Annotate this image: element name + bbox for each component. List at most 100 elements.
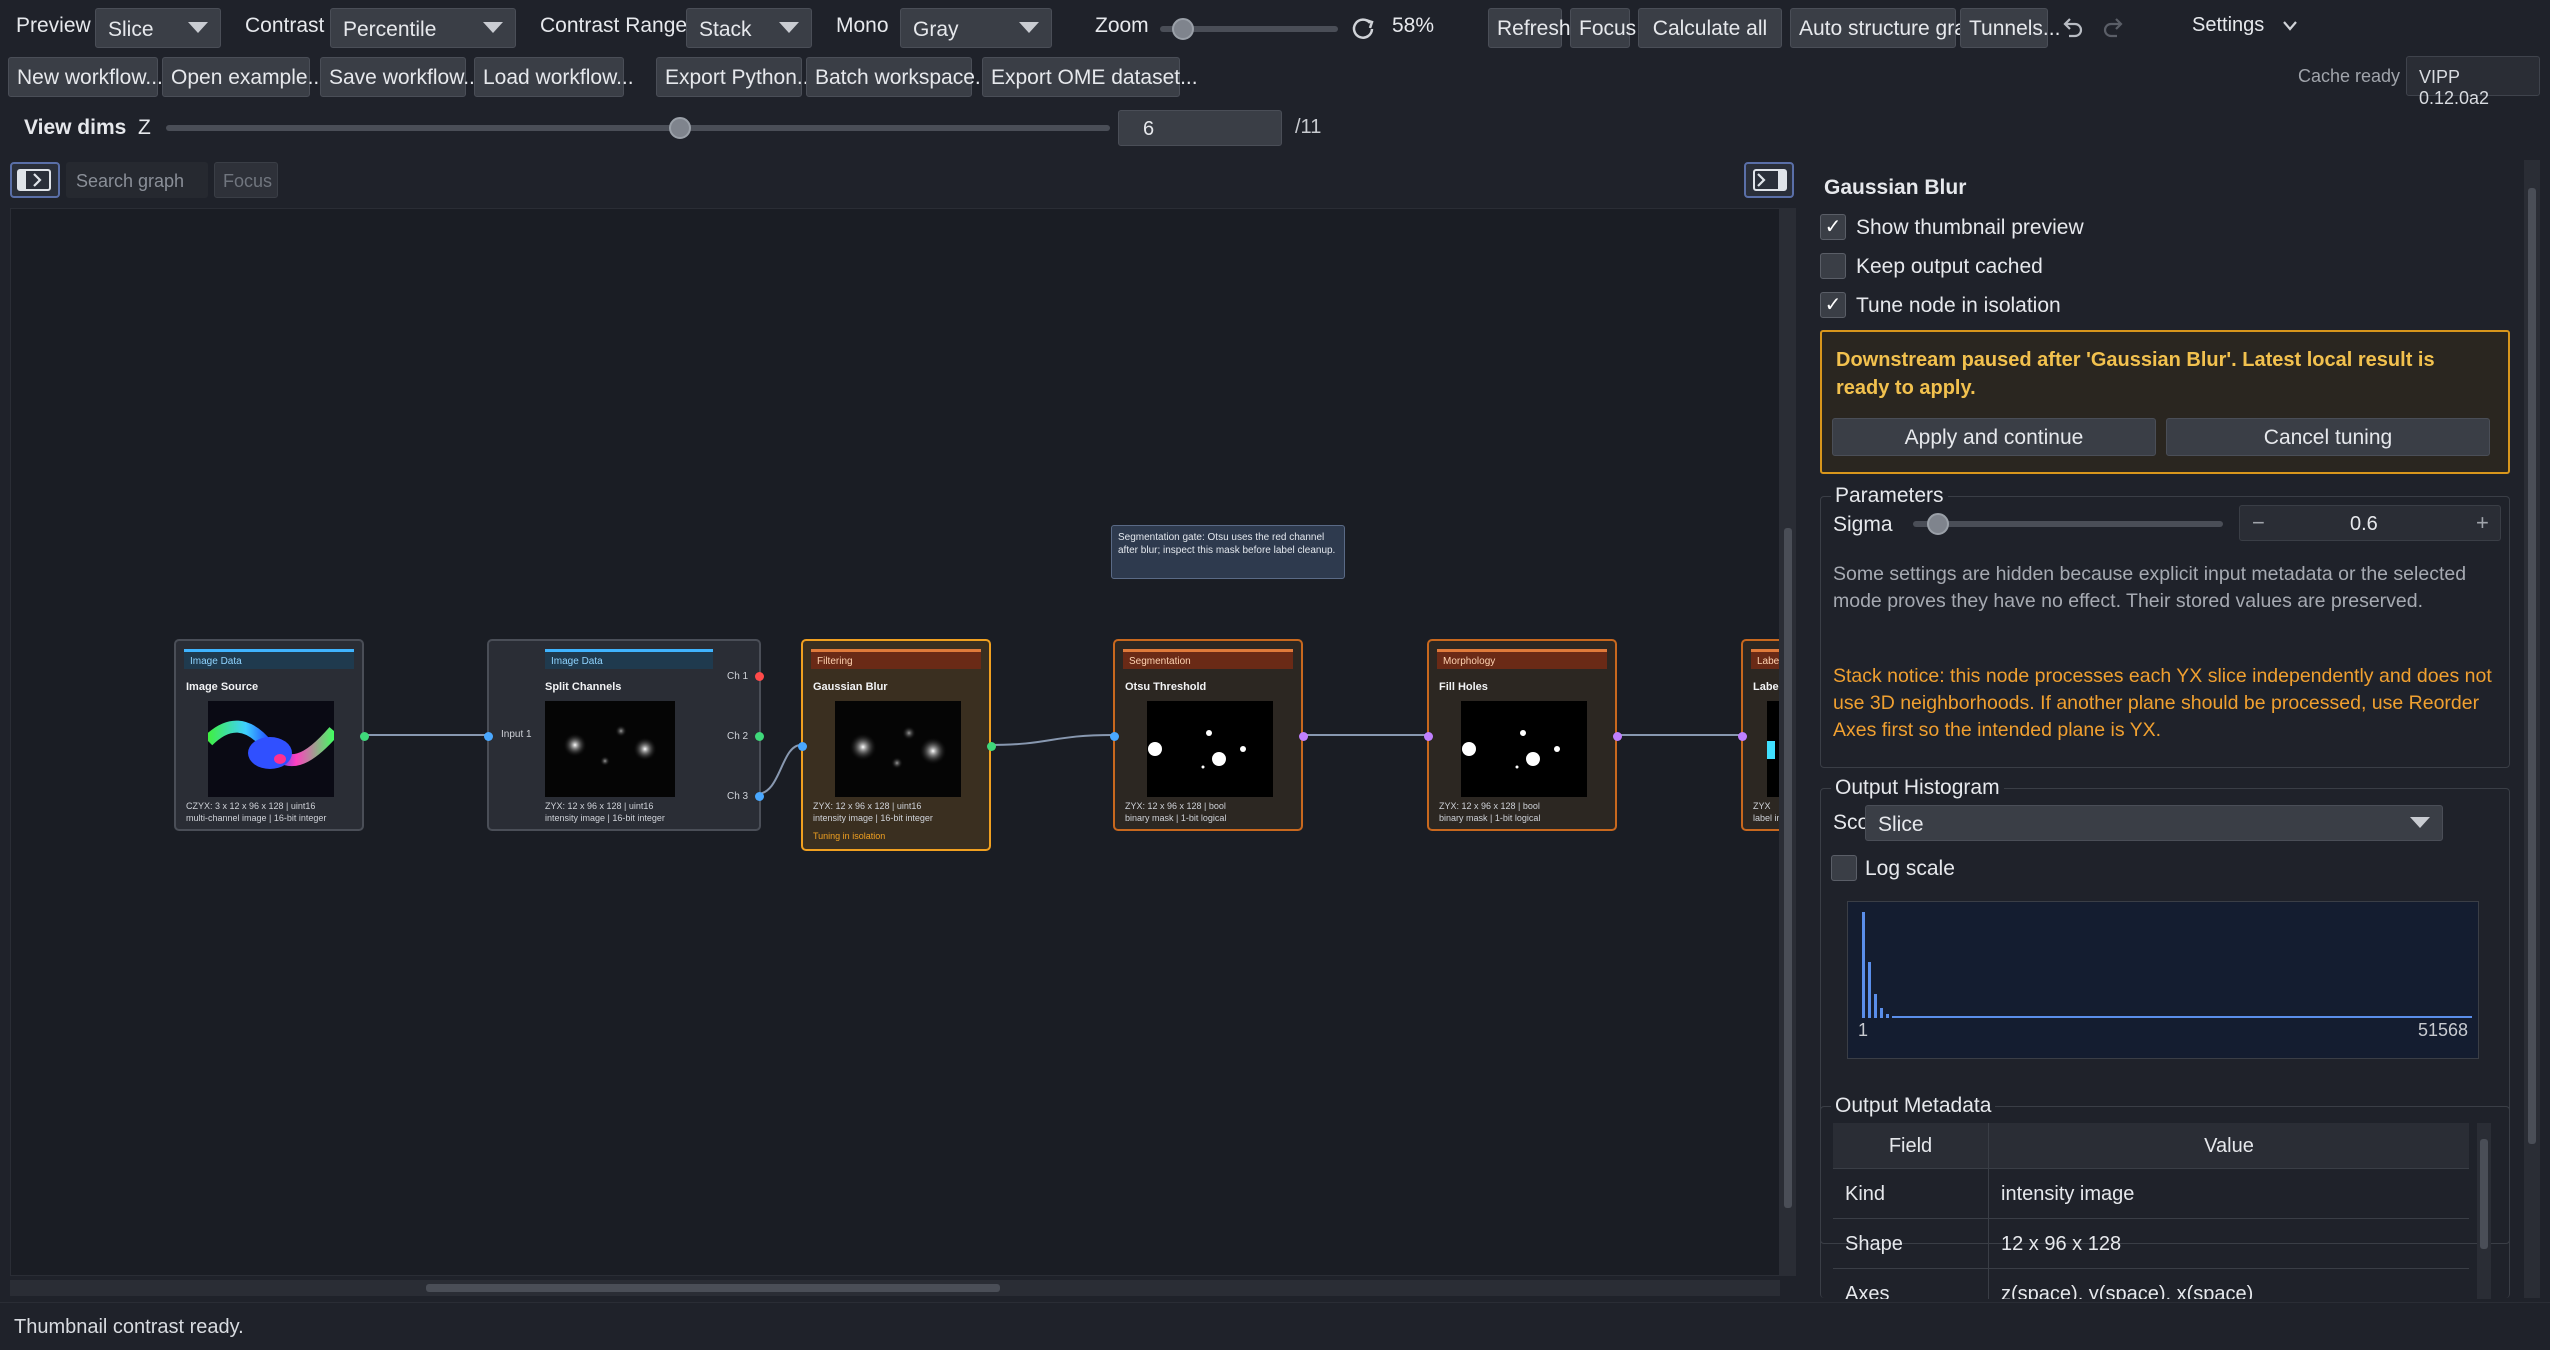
metadata-scroll-thumb[interactable] <box>2480 1139 2488 1249</box>
export-python-button[interactable]: Export Python... <box>656 57 814 97</box>
inspector-scroll-thumb[interactable] <box>2528 188 2536 1144</box>
plus-icon[interactable]: + <box>2476 510 2489 536</box>
zoom-value: 58% <box>1392 14 1435 37</box>
left-panel-toggle[interactable] <box>10 162 60 198</box>
new-workflow-button[interactable]: New workflow... <box>8 57 163 97</box>
keep-cached-checkbox[interactable] <box>1820 253 1846 279</box>
redo-icon[interactable] <box>2102 16 2126 40</box>
tunnels-button[interactable]: Tunnels... <box>1960 8 2060 48</box>
show-thumbnail-checkbox[interactable]: ✓ <box>1820 214 1846 240</box>
node-otsu-threshold[interactable]: Segmentation Otsu Threshold ZYX: 12 x 96… <box>1110 639 1308 831</box>
metadata-cell-field: Shape <box>1833 1219 1989 1269</box>
preview-select-value: Slice <box>108 18 154 41</box>
node-meta-shape: ZYX: 12 x 96 x 128 | bool <box>1439 801 1540 811</box>
tune-isolation-checkbox[interactable]: ✓ <box>1820 292 1846 318</box>
input-port[interactable] <box>798 742 807 751</box>
node-title: Split Channels <box>545 681 622 693</box>
status-text: Thumbnail contrast ready. <box>14 1316 244 1338</box>
settings-menu[interactable]: Settings <box>2192 14 2264 37</box>
inspector-scrollbar[interactable] <box>2524 160 2540 1298</box>
node-meta-type: binary mask | 1-bit logical <box>1125 813 1227 823</box>
load-workflow-button[interactable]: Load workflow... <box>474 57 634 97</box>
chevron-down-icon <box>483 22 503 33</box>
node-fill-holes[interactable]: Morphology Fill Holes ZYX: 12 x 96 x 128… <box>1424 639 1622 831</box>
output-port-ch2[interactable] <box>755 732 764 741</box>
sigma-slider-handle[interactable] <box>1927 513 1949 535</box>
histogram-max: 51568 <box>2418 1020 2469 1040</box>
refresh-button[interactable]: Refresh <box>1488 8 1571 48</box>
minus-icon[interactable]: − <box>2252 510 2265 536</box>
graph-focus-button[interactable]: Focus <box>214 162 278 198</box>
metadata-cell-value: intensity image <box>1989 1169 2469 1219</box>
histogram-plot: 1 51568 <box>1847 901 2479 1059</box>
tuning-notice-text: Downstream paused after 'Gaussian Blur'.… <box>1836 349 2435 399</box>
apply-continue-button[interactable]: Apply and continue <box>1832 418 2156 456</box>
sigma-spinbox[interactable]: − 0.6 + <box>2239 505 2501 541</box>
input-port[interactable] <box>1110 732 1119 741</box>
scope-select[interactable]: Slice <box>1865 805 2443 841</box>
metadata-scrollbar[interactable] <box>2477 1123 2491 1299</box>
keep-cached-label: Keep output cached <box>1856 255 2043 278</box>
contrast-label: Contrast <box>245 14 325 37</box>
output-port[interactable] <box>1613 732 1622 741</box>
right-panel-toggle[interactable] <box>1744 162 1794 198</box>
hidden-settings-note: Some settings are hidden because explici… <box>1833 563 2467 612</box>
export-ome-dataset-button[interactable]: Export OME dataset... <box>982 57 1198 97</box>
node-status: Tuning in isolation <box>813 831 886 841</box>
calculate-all-button[interactable]: Calculate all <box>1638 8 1782 48</box>
node-gaussian-blur[interactable]: Filtering Gaussian Blur ZYX: 12 x 96 x 1… <box>798 639 996 851</box>
node-meta-shape: CZYX: 3 x 12 x 96 x 128 | uint16 <box>186 801 316 811</box>
preview-label: Preview <box>16 14 91 37</box>
contrast-select[interactable]: Percentile <box>330 8 516 48</box>
log-scale-checkbox[interactable] <box>1831 855 1857 881</box>
output-port[interactable] <box>360 732 369 741</box>
canvas-vertical-scrollbar[interactable] <box>1780 208 1796 1276</box>
node-image-source[interactable]: Image Data Image Source CZYX: 3 x 12 x 9… <box>174 639 369 831</box>
canvas-horizontal-scroll-thumb[interactable] <box>426 1284 1000 1292</box>
preview-select[interactable]: Slice <box>95 8 221 48</box>
node-label[interactable]: Label Label ZYX label im <box>1738 639 1779 831</box>
z-slider-handle[interactable] <box>669 117 692 139</box>
reset-zoom-icon[interactable] <box>1350 16 1376 42</box>
mono-select[interactable]: Gray <box>900 8 1052 48</box>
output-port[interactable] <box>987 742 996 751</box>
node-graph-canvas[interactable]: Segmentation gate: Otsu uses the red cha… <box>10 208 1780 1276</box>
parameters-group: Parameters Sigma − 0.6 + Some settings a… <box>1820 484 2510 768</box>
contrast-range-select[interactable]: Stack <box>686 8 812 48</box>
node-title: Gaussian Blur <box>813 681 888 693</box>
input-port[interactable] <box>1738 732 1747 741</box>
metadata-cell-value: z(space), y(space), x(space) <box>2001 1283 2254 1299</box>
node-meta-type: label im <box>1753 813 1779 823</box>
focus-button[interactable]: Focus <box>1570 8 1636 48</box>
segmentation-gate-tooltip: Segmentation gate: Otsu uses the red cha… <box>1111 525 1345 579</box>
auto-structure-graph-button[interactable]: Auto structure graph <box>1790 8 1989 48</box>
output-port-ch1[interactable] <box>755 672 764 681</box>
zoom-slider-handle[interactable] <box>1172 18 1195 40</box>
canvas-vertical-scroll-thumb[interactable] <box>1784 528 1792 1208</box>
output-port[interactable] <box>1299 732 1308 741</box>
chevron-down-icon[interactable] <box>2282 20 2298 32</box>
node-title: Otsu Threshold <box>1125 681 1207 693</box>
save-workflow-button[interactable]: Save workflow... <box>320 57 481 97</box>
undo-icon[interactable] <box>2060 16 2084 40</box>
cancel-tuning-button[interactable]: Cancel tuning <box>2166 418 2490 456</box>
open-example-button[interactable]: Open example... <box>162 57 325 97</box>
sigma-slider[interactable] <box>1913 521 2223 527</box>
batch-workspace-button[interactable]: Batch workspace... <box>806 57 992 97</box>
histogram-title: Output Histogram <box>1831 776 2004 800</box>
z-value-field[interactable]: 6 <box>1118 110 1282 146</box>
input-port[interactable] <box>1424 732 1433 741</box>
panel-left-icon <box>17 169 51 191</box>
node-split-channels[interactable]: Image Data Split Channels ZYX: 12 x 96 x… <box>484 639 764 831</box>
scope-select-value: Slice <box>1878 813 1924 836</box>
output-port-ch3[interactable] <box>755 792 764 801</box>
node-category: Label <box>1751 649 1779 669</box>
tune-isolation-label: Tune node in isolation <box>1856 294 2061 317</box>
node-meta-shape: ZYX: 12 x 96 x 128 | bool <box>1125 801 1226 811</box>
z-slider[interactable] <box>166 125 1110 131</box>
input-port[interactable] <box>484 732 493 741</box>
search-graph-input[interactable]: Search graph <box>66 162 208 198</box>
output-port-label-ch3: Ch 3 <box>727 791 749 802</box>
canvas-horizontal-scrollbar[interactable] <box>10 1280 1780 1296</box>
node-meta-type: intensity image | 16-bit integer <box>813 813 933 823</box>
